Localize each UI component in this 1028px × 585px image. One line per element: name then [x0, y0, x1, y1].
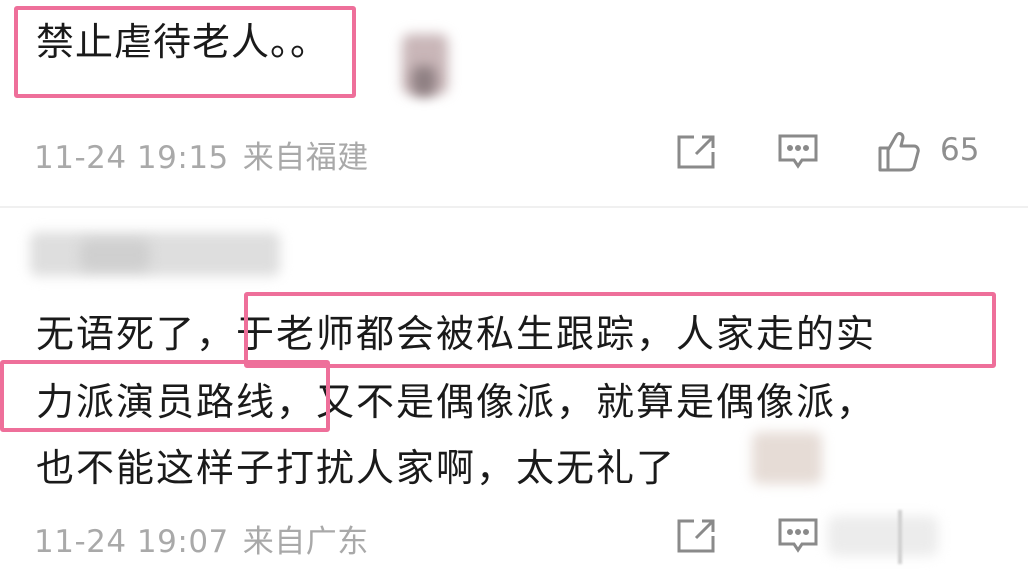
blurred-emoji	[752, 432, 822, 484]
comment-date: 11-24 19:15	[34, 140, 229, 176]
like-count: 65	[940, 132, 980, 168]
comment-icon[interactable]	[776, 132, 820, 172]
comment-date: 11-24 19:07	[34, 524, 229, 560]
blurred-emoji	[412, 66, 436, 96]
comment-meta: 11-24 19:07 来自广东	[34, 516, 369, 561]
blurred-username	[30, 232, 280, 276]
comment-location: 来自广东	[242, 524, 369, 560]
divider	[0, 206, 1028, 208]
comment-icon[interactable]	[776, 516, 820, 556]
thumbs-up-icon[interactable]	[876, 128, 922, 174]
comment-location: 来自福建	[242, 140, 369, 176]
blurred-username	[80, 240, 150, 270]
blurred-like	[828, 516, 938, 556]
comment-text-line: 也不能这样子打扰人家啊，太无礼了	[36, 446, 677, 490]
share-icon[interactable]	[674, 516, 718, 556]
blurred-like-bar	[898, 510, 902, 564]
highlight-box	[244, 292, 996, 368]
comment-meta: 11-24 19:15 来自福建	[34, 132, 369, 177]
highlight-box	[0, 360, 330, 432]
highlight-box	[14, 6, 356, 98]
share-icon[interactable]	[674, 132, 718, 172]
